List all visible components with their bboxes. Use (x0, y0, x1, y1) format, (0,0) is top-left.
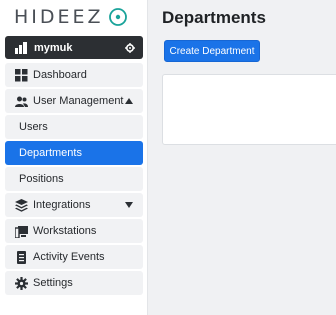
layers-icon (15, 198, 28, 212)
sidebar-item-label: Positions (19, 173, 64, 185)
departments-panel (162, 74, 336, 145)
sidebar-item-label: Activity Events (33, 251, 105, 263)
sidebar-item-label: Dashboard (33, 69, 87, 81)
sidebar-item-user-management[interactable]: User Management (5, 89, 143, 113)
sidebar-item-label: Workstations (33, 225, 97, 237)
sidebar-item-label: Departments (19, 147, 82, 159)
logo-mark-icon (109, 8, 127, 26)
gear-icon (15, 276, 28, 290)
page-title: Departments (162, 8, 266, 27)
org-name: mymuk (34, 41, 73, 54)
sidebar-item-label: Settings (33, 277, 73, 289)
sidebar-item-label: Integrations (33, 199, 91, 211)
gear-icon[interactable] (125, 42, 135, 53)
create-department-button[interactable]: Create Department (164, 40, 260, 62)
sidebar-nav: Dashboard User Management Users Departme… (5, 63, 143, 297)
sidebar-item-label: Users (19, 121, 48, 133)
logo-text: HIDEEZ (14, 6, 104, 28)
sidebar-item-label: User Management (33, 95, 124, 107)
chevron-down-icon (125, 202, 133, 208)
workstation-icon (15, 225, 28, 238)
org-switcher[interactable]: mymuk (5, 36, 143, 59)
sidebar-item-settings[interactable]: Settings (5, 271, 143, 295)
sidebar-item-integrations[interactable]: Integrations (5, 193, 143, 217)
hideez-logo[interactable]: HIDEEZ (0, 0, 148, 36)
sidebar-item-users[interactable]: Users (5, 115, 143, 139)
sidebar-item-activity-events[interactable]: Activity Events (5, 245, 143, 269)
chevron-up-icon (125, 98, 133, 104)
dashboard-icon (15, 68, 28, 82)
sidebar-item-departments[interactable]: Departments (5, 141, 143, 165)
users-icon (15, 95, 28, 108)
sidebar: HIDEEZ mymuk Dashboard User Management U… (0, 0, 148, 315)
document-icon (15, 250, 28, 264)
sidebar-item-dashboard[interactable]: Dashboard (5, 63, 143, 87)
sidebar-item-workstations[interactable]: Workstations (5, 219, 143, 243)
sidebar-item-positions[interactable]: Positions (5, 167, 143, 191)
building-icon (15, 41, 27, 54)
